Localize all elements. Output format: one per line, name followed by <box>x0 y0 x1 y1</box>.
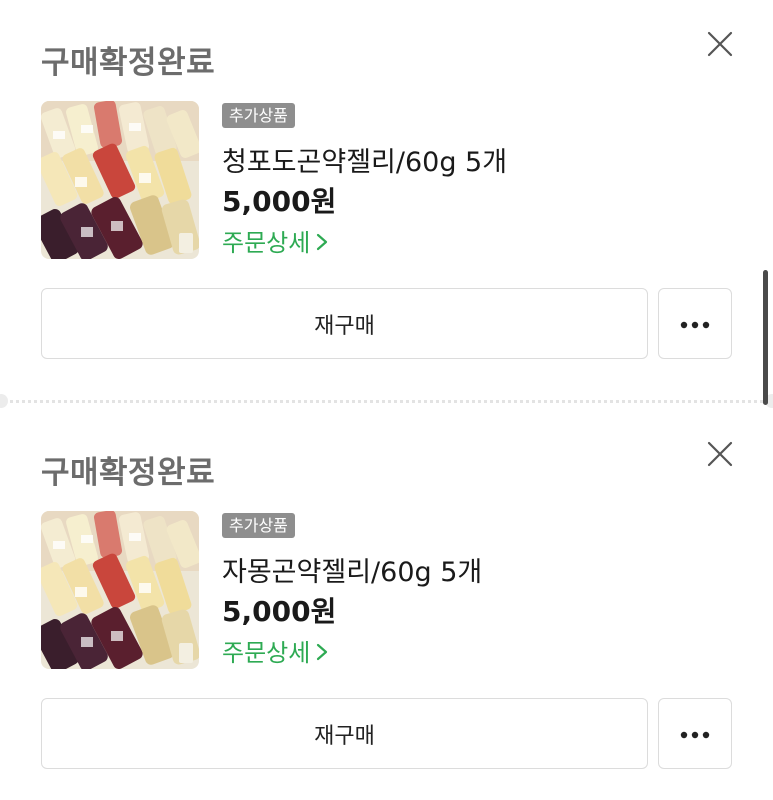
rebuy-button[interactable]: 재구매 <box>41 288 648 359</box>
chevron-right-icon <box>316 229 328 257</box>
close-icon[interactable] <box>704 28 736 60</box>
rebuy-button[interactable]: 재구매 <box>41 698 648 769</box>
product-thumbnail[interactable] <box>41 511 199 669</box>
order-detail-link[interactable]: 주문상세 <box>222 633 328 668</box>
chevron-right-icon <box>316 639 328 667</box>
additional-product-badge: 추가상품 <box>222 103 295 128</box>
order-detail-link[interactable]: 주문상세 <box>222 223 328 258</box>
order-status: 구매확정완료 <box>41 455 216 491</box>
scrollbar[interactable] <box>763 270 768 405</box>
order-card: 구매확정완료 추가상품 자몽곤약젤리/60g 5개 5,000원 주문상세 재구… <box>0 410 773 800</box>
order-detail-label: 주문상세 <box>222 229 311 257</box>
more-options-button[interactable] <box>658 698 732 769</box>
order-detail-label: 주문상세 <box>222 639 311 667</box>
more-dots-icon <box>680 724 710 743</box>
order-status: 구매확정완료 <box>41 45 216 81</box>
product-name[interactable]: 청포도곤약젤리/60g 5개 <box>222 140 507 179</box>
additional-product-badge: 추가상품 <box>222 513 295 538</box>
card-separator <box>0 394 773 408</box>
product-thumbnail[interactable] <box>41 101 199 259</box>
close-icon[interactable] <box>704 438 736 470</box>
more-options-button[interactable] <box>658 288 732 359</box>
more-dots-icon <box>680 314 710 333</box>
order-card: 구매확정완료 추가상품 청포도곤약젤리/60g 5개 5,000원 주문상세 재… <box>0 0 773 390</box>
product-name[interactable]: 자몽곤약젤리/60g 5개 <box>222 550 482 589</box>
product-price: 5,000원 <box>222 185 337 218</box>
product-price: 5,000원 <box>222 595 337 628</box>
